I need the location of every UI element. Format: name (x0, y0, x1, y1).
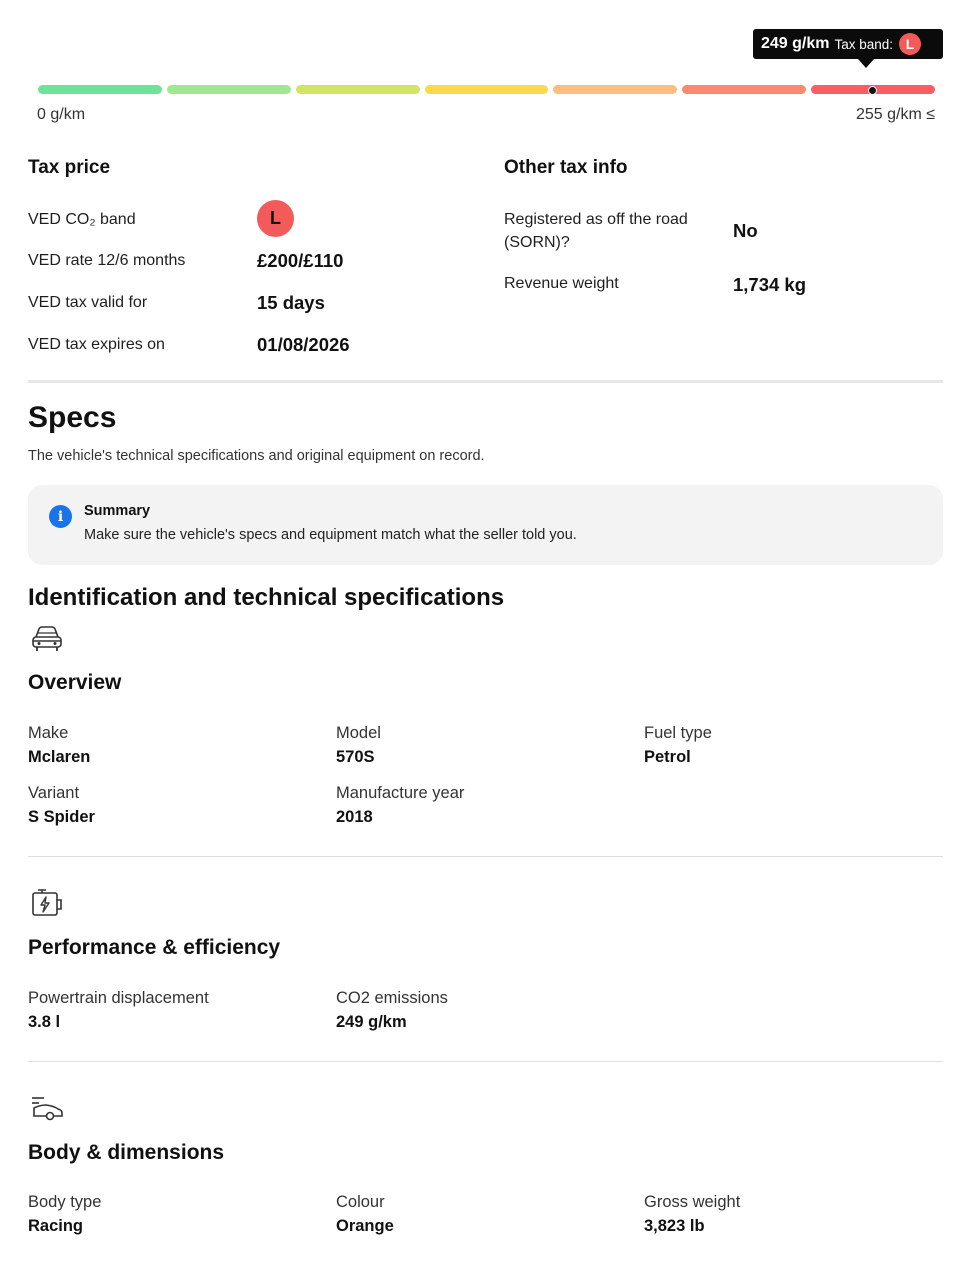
ved-co2-band-label: VED CO₂ band (28, 211, 136, 228)
specs-description: The vehicle's technical specifications a… (28, 448, 485, 464)
tax-price-heading: Tax price (28, 157, 111, 178)
colour-value: Orange (336, 1217, 394, 1235)
colour-label: Colour (336, 1193, 385, 1211)
scale-max-label: 255 g/km ≤ (855, 106, 935, 123)
manufacture-year-value: 2018 (336, 808, 373, 826)
variant-value: S Spider (28, 808, 95, 826)
tax-band-segment (295, 85, 420, 94)
overview-divider (28, 856, 943, 857)
identification-heading: Identification and technical specificati… (28, 584, 505, 611)
car-front-icon (32, 626, 62, 651)
tax-band-segment (682, 85, 807, 94)
gross-weight-label: Gross weight (644, 1193, 741, 1211)
body-type-label: Body type (28, 1193, 102, 1211)
tooltip-tax-band-label: Tax band: (834, 36, 894, 52)
scale-min-label: 0 g/km (37, 106, 86, 123)
tax-band-tooltip: 249 g/km Tax band: L (753, 29, 943, 59)
tooltip-co2-value: 249 g/km (761, 35, 830, 52)
ved-expires-label: VED tax expires on (28, 336, 165, 353)
ved-rate-value: £200/£110 (257, 250, 344, 271)
sorn-label: Registered as off the road (SORN)? (504, 211, 688, 251)
performance-heading: Performance & efficiency (28, 936, 281, 959)
displacement-label: Powertrain displacement (28, 989, 209, 1007)
ved-valid-for-value: 15 days (257, 292, 325, 313)
section-divider (28, 380, 943, 383)
tooltip-tax-band-badge: L (899, 33, 922, 55)
tax-band-segment (424, 85, 549, 94)
overview-heading: Overview (28, 671, 122, 694)
summary-callout (28, 485, 943, 565)
tax-band-segment (38, 85, 162, 94)
ved-expires-value: 01/08/2026 (257, 334, 350, 355)
model-label: Model (336, 724, 381, 742)
co2-emissions-label: CO2 emissions (336, 989, 448, 1007)
tax-band-segment (553, 85, 678, 94)
make-value: Mclaren (28, 748, 91, 766)
variant-label: Variant (28, 784, 80, 802)
revenue-weight-label: Revenue weight (504, 275, 619, 292)
model-value: 570S (336, 748, 375, 766)
tooltip-arrow (858, 59, 874, 68)
other-tax-heading: Other tax info (504, 157, 628, 178)
summary-text: Make sure the vehicle's specs and equipm… (84, 527, 577, 543)
summary-title: Summary (84, 503, 151, 519)
displacement-value: 3.8 l (28, 1013, 61, 1031)
ved-co2-band-badge: L (257, 200, 294, 237)
car-side-speed-icon (32, 1097, 63, 1121)
body-heading: Body & dimensions (28, 1141, 225, 1164)
tax-band-segment (166, 85, 291, 94)
fuel-type-label: Fuel type (644, 724, 712, 742)
ved-rate-label: VED rate 12/6 months (28, 252, 186, 269)
specs-title: Specs (28, 401, 117, 434)
gross-weight-value: 3,823 lb (644, 1217, 705, 1235)
revenue-weight-value: 1,734 kg (733, 274, 807, 295)
co2-emissions-value: 249 g/km (336, 1013, 407, 1031)
ved-valid-for-label: VED tax valid for (28, 294, 148, 311)
info-icon: i (49, 505, 72, 528)
performance-divider (28, 1061, 943, 1062)
manufacture-year-label: Manufacture year (336, 784, 465, 802)
fuel-type-value: Petrol (644, 748, 691, 766)
tax-band-scale (38, 85, 935, 94)
make-label: Make (28, 724, 69, 742)
body-type-value: Racing (28, 1217, 84, 1235)
engine-icon (32, 889, 62, 916)
sorn-value: No (733, 220, 758, 241)
